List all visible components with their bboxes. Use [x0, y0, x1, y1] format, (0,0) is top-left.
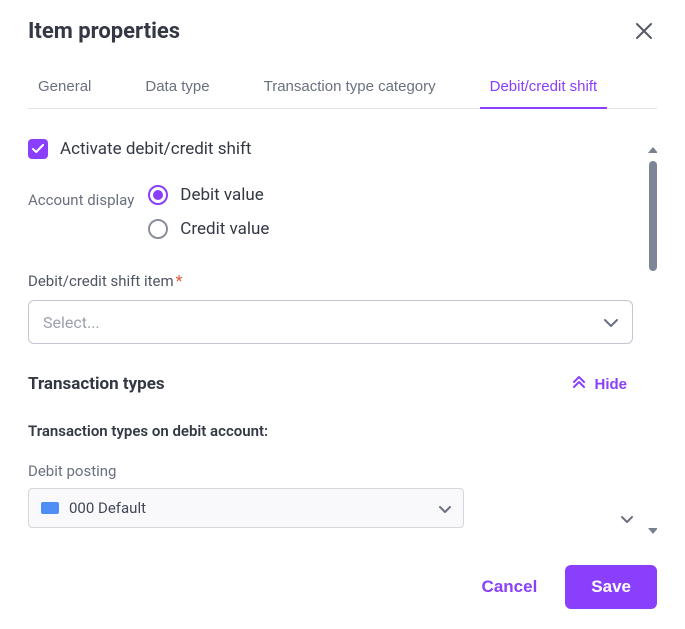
- shift-item-label-row: Debit/credit shift item*: [28, 271, 633, 290]
- item-properties-dialog: Item properties General Data type Transa…: [0, 0, 685, 629]
- tab-general[interactable]: General: [28, 70, 101, 109]
- close-button[interactable]: [631, 18, 657, 44]
- activate-checkbox-label: Activate debit/credit shift: [60, 139, 251, 159]
- dialog-body: Activate debit/credit shift Account disp…: [28, 139, 657, 539]
- close-icon: [635, 22, 653, 40]
- cancel-button[interactable]: Cancel: [476, 567, 544, 607]
- scroll-down-icon[interactable]: [648, 520, 657, 539]
- tab-bar: General Data type Transaction type categ…: [28, 70, 657, 109]
- dialog-header: Item properties: [28, 18, 657, 44]
- hide-label: Hide: [594, 376, 627, 393]
- radio-credit-value[interactable]: Credit value: [148, 219, 269, 239]
- account-display-radios: Debit value Credit value: [148, 185, 269, 239]
- transaction-types-header: Transaction types Hide: [28, 374, 633, 394]
- tab-debit-credit-shift[interactable]: Debit/credit shift: [480, 70, 608, 109]
- debit-posting-select[interactable]: 000 Default: [28, 488, 464, 528]
- debit-account-subtitle: Transaction types on debit account:: [28, 422, 633, 440]
- dialog-title: Item properties: [28, 19, 180, 44]
- hide-button[interactable]: Hide: [566, 374, 633, 394]
- radio-label: Debit value: [180, 185, 264, 205]
- shift-item-select[interactable]: Select...: [28, 300, 633, 344]
- scroll-thumb[interactable]: [649, 161, 657, 271]
- tag-icon: [41, 502, 59, 514]
- account-display-label: Account display: [28, 185, 134, 209]
- activate-checkbox-row: Activate debit/credit shift: [28, 139, 633, 159]
- radio-icon: [148, 219, 168, 239]
- chevron-down-icon: [439, 499, 451, 518]
- radio-debit-value[interactable]: Debit value: [148, 185, 269, 205]
- scroll-up-icon[interactable]: [648, 139, 657, 158]
- save-button[interactable]: Save: [565, 565, 657, 609]
- shift-item-field: Debit/credit shift item* Select...: [28, 271, 633, 344]
- debit-posting-value-text: 000 Default: [69, 499, 146, 517]
- tab-transaction-type-category[interactable]: Transaction type category: [254, 70, 446, 109]
- chevron-down-icon: [604, 313, 618, 332]
- check-icon: [32, 144, 44, 154]
- dialog-footer: Cancel Save: [28, 539, 657, 609]
- scrollbar[interactable]: [647, 139, 657, 539]
- required-asterisk: *: [176, 271, 183, 290]
- debit-posting-field: Debit posting 000 Default: [28, 462, 633, 528]
- debit-posting-label: Debit posting: [28, 462, 633, 480]
- chevron-down-icon[interactable]: [621, 509, 633, 528]
- radio-label: Credit value: [180, 219, 269, 239]
- account-display-group: Account display Debit value Credit value: [28, 185, 633, 239]
- double-chevron-up-icon: [572, 375, 586, 393]
- shift-item-placeholder: Select...: [43, 313, 100, 332]
- transaction-types-title: Transaction types: [28, 374, 165, 394]
- tab-data-type[interactable]: Data type: [135, 70, 219, 109]
- radio-icon: [148, 185, 168, 205]
- shift-item-label: Debit/credit shift item: [28, 272, 174, 290]
- activate-checkbox[interactable]: [28, 139, 48, 159]
- debit-posting-value: 000 Default: [41, 499, 146, 517]
